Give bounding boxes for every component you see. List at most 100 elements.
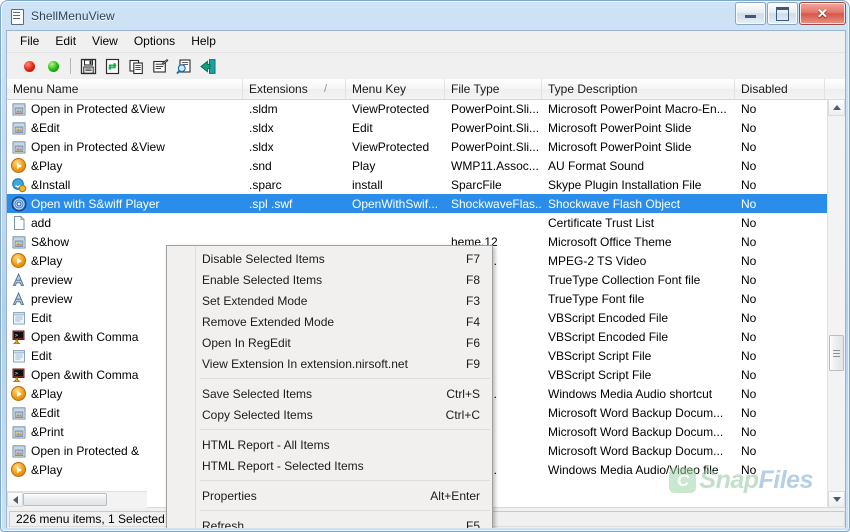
cell-extensions: .snd [249, 158, 272, 173]
column-header-extensions[interactable]: Extensions / [243, 79, 346, 99]
horizontal-scrollbar-track[interactable] [23, 492, 147, 508]
context-menu-item-shortcut: F3 [465, 293, 480, 308]
red-ball-icon [23, 60, 35, 72]
menu-name-text: &Play [31, 158, 63, 173]
cell-file-type: SparcFile [451, 177, 502, 192]
context-menu-item[interactable]: Disable Selected Items F7 [167, 248, 492, 269]
column-header-type-description[interactable]: Type Description [542, 79, 735, 99]
context-menu-item[interactable]: HTML Report - All Items [167, 434, 492, 455]
context-menu-item[interactable]: Save Selected Items Ctrl+S [167, 383, 492, 404]
floppy-disk-icon [80, 58, 96, 74]
vertical-scrollbar[interactable] [827, 99, 845, 508]
powerpoint-icon [11, 405, 27, 421]
column-header-file-type[interactable]: File Type [445, 79, 542, 99]
maximize-button[interactable] [767, 2, 798, 25]
cell-type-description: Skype Plugin Installation File [548, 177, 702, 192]
context-menu-item[interactable]: Enable Selected Items F8 [167, 269, 492, 290]
context-menu-item[interactable]: Copy Selected Items Ctrl+C [167, 404, 492, 425]
context-menu-item[interactable]: Set Extended Mode F3 [167, 290, 492, 311]
menu-view[interactable]: View [84, 31, 126, 52]
enable-selected-items-button[interactable] [41, 55, 65, 77]
cell-disabled: No [741, 158, 757, 173]
context-menu-item[interactable]: Properties Alt+Enter [167, 485, 492, 506]
cell-menu-name: &Install [7, 177, 243, 193]
cell-menu-key: ViewProtected [352, 101, 430, 116]
magnifier-page-icon [175, 58, 191, 74]
minimize-button[interactable] [735, 2, 766, 25]
context-menu-item[interactable]: Open In RegEdit F6 [167, 332, 492, 353]
context-menu-item[interactable]: HTML Report - Selected Items [167, 455, 492, 476]
close-button[interactable]: ✕ [799, 2, 846, 25]
menu-name-text: Edit [31, 348, 52, 363]
cell-disabled: No [741, 405, 757, 420]
refresh-button[interactable] [100, 55, 124, 77]
chevron-down-icon [832, 497, 841, 502]
copy-selected-items-button[interactable] [124, 55, 148, 77]
cell-disabled: No [741, 443, 757, 458]
scroll-up-button[interactable] [828, 99, 845, 116]
context-menu-item-label: HTML Report - All Items [202, 437, 330, 452]
properties-icon [152, 58, 168, 73]
exit-button[interactable] [196, 55, 220, 77]
cell-extensions: .sparc [249, 177, 282, 192]
cell-extensions: .sldm [249, 101, 278, 116]
cell-disabled: No [741, 424, 757, 439]
scroll-down-button[interactable] [828, 491, 845, 508]
properties-button[interactable] [148, 55, 172, 77]
menu-help[interactable]: Help [183, 31, 224, 52]
horizontal-scrollbar[interactable] [7, 491, 147, 508]
cell-menu-name: add [7, 215, 243, 231]
cell-disabled: No [741, 215, 757, 230]
table-row[interactable]: Open in Protected &View .sldx ViewProtecte… [7, 137, 845, 156]
swiff-player-icon [11, 196, 27, 212]
context-menu-item-label: Set Extended Mode [202, 293, 308, 308]
save-selected-items-button[interactable] [76, 55, 100, 77]
font-preview-icon [11, 272, 27, 288]
context-menu-separator [200, 429, 490, 430]
context-menu-item[interactable]: Remove Extended Mode F4 [167, 311, 492, 332]
blank-document-icon [11, 215, 27, 231]
cell-disabled: No [741, 310, 757, 325]
cell-type-description: MPEG-2 TS Video [548, 253, 647, 268]
menu-edit[interactable]: Edit [47, 31, 84, 52]
menu-options[interactable]: Options [126, 31, 183, 52]
disable-selected-items-button[interactable] [17, 55, 41, 77]
table-row[interactable]: &Edit .sldx Edit PowerPoint.Sli... Microsoft… [7, 118, 845, 137]
media-play-icon [11, 462, 27, 478]
column-header-extensions-label: Extensions [249, 82, 308, 96]
menu-name-text: Open in Protected &View [31, 139, 165, 154]
table-row[interactable]: &Play .snd Play WMP11.Assoc... AU Format Sou… [7, 156, 845, 175]
media-play-icon [11, 386, 27, 402]
table-row[interactable]: add Certificate Trust List No [7, 213, 845, 232]
app-icon [9, 8, 25, 25]
cell-extensions: .sldx [249, 120, 274, 135]
menu-name-text: &Play [31, 462, 63, 477]
cell-menu-name: &Edit [7, 120, 243, 136]
horizontal-scrollbar-thumb[interactable] [23, 493, 107, 506]
menu-name-text: &Play [31, 386, 63, 401]
context-menu[interactable]: Disable Selected Items F7 Enable Selected … [166, 245, 493, 528]
cell-type-description: Windows Media Audio shortcut [548, 386, 713, 401]
table-row[interactable]: &Install .sparc install SparcFile Skype Plug… [7, 175, 845, 194]
table-row[interactable]: Open in Protected &View .sldm ViewProtecte… [7, 99, 845, 118]
menu-file[interactable]: File [12, 31, 47, 52]
scroll-left-button[interactable] [7, 492, 23, 507]
chevron-up-icon [832, 105, 841, 110]
cell-menu-name: Open in Protected &View [7, 101, 243, 117]
column-header-menu-name[interactable]: Menu Name [7, 79, 243, 99]
media-play-icon [11, 253, 27, 269]
vertical-scrollbar-thumb[interactable] [829, 335, 844, 371]
context-menu-item[interactable]: View Extension In extension.nirsoft.net F… [167, 353, 492, 374]
context-menu-item[interactable]: Refresh F5 [167, 515, 492, 529]
powerpoint-icon [11, 234, 27, 250]
cell-type-description: Microsoft Word Backup Docum... [548, 405, 724, 420]
table-row[interactable]: Open with S&wiff Player .spl .swf OpenWith… [7, 194, 845, 213]
notepad-icon [11, 348, 27, 364]
find-button[interactable] [172, 55, 196, 77]
column-header-disabled[interactable]: Disabled [735, 79, 825, 99]
sort-ascending-icon: / [323, 83, 327, 95]
column-header-menu-key[interactable]: Menu Key [346, 79, 445, 99]
powerpoint-icon [11, 424, 27, 440]
menu-name-text: preview [31, 272, 73, 287]
command-prompt-icon: > [11, 329, 27, 345]
